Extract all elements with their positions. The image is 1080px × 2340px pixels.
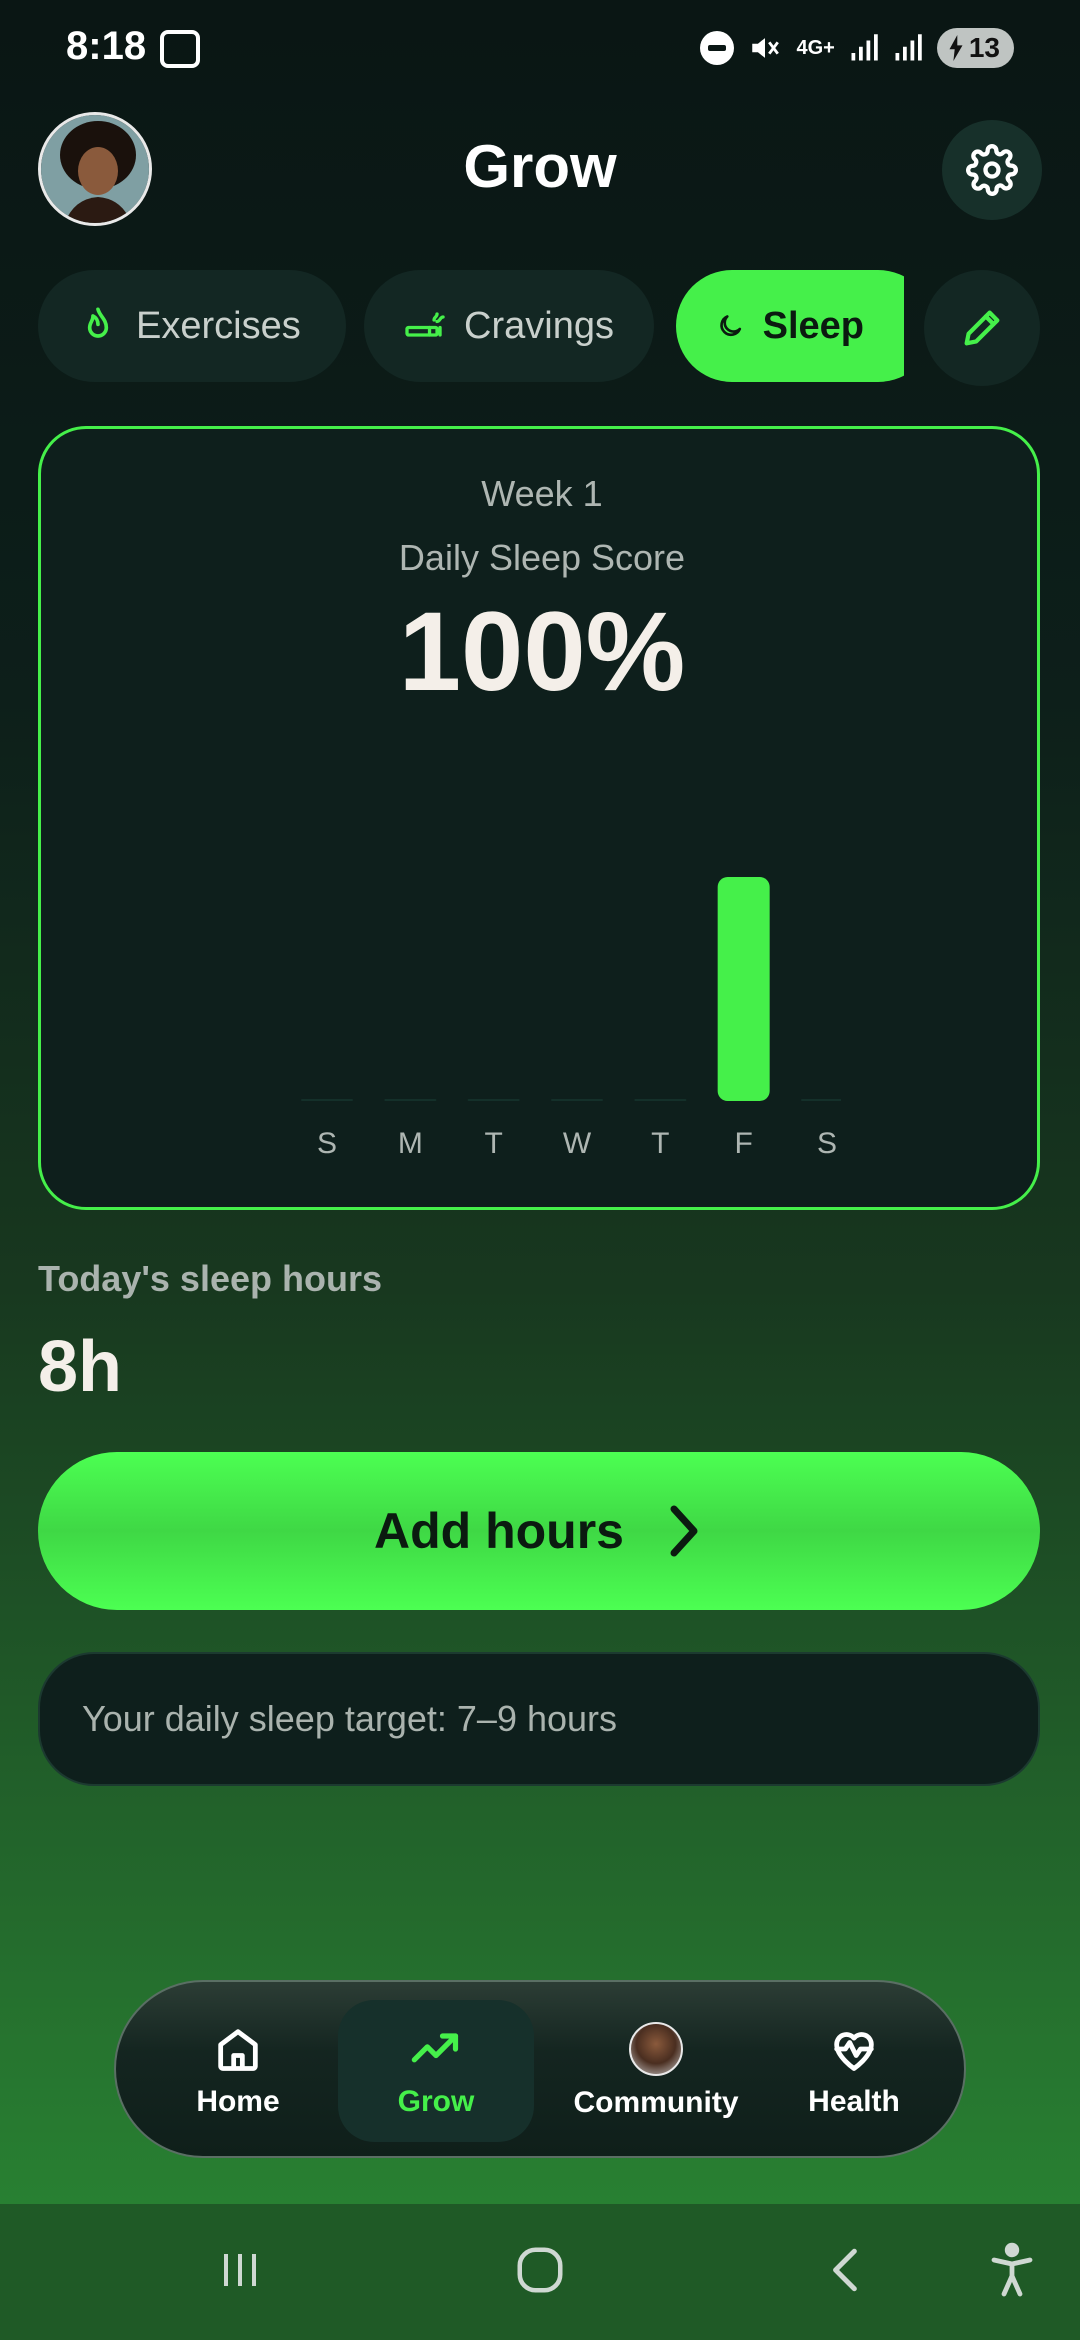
flame-icon bbox=[87, 307, 109, 338]
settings-button[interactable] bbox=[942, 120, 1042, 220]
score-value: 100% bbox=[398, 589, 686, 714]
add-hours-button[interactable]: Add hours bbox=[38, 1452, 1040, 1610]
battery-level: 13 bbox=[968, 32, 1000, 63]
chart-bar bbox=[717, 877, 770, 1101]
week-label: Week 1 bbox=[481, 473, 603, 514]
chart-bar bbox=[634, 1099, 687, 1101]
cigarette-icon bbox=[405, 312, 445, 337]
nav-label: Health bbox=[808, 2085, 900, 2118]
recent-apps-button[interactable] bbox=[210, 2240, 270, 2300]
home-button[interactable] bbox=[510, 2240, 570, 2300]
sleep-target-info: Your daily sleep target: 7–9 hours bbox=[38, 1652, 1040, 1786]
status-time: 8:18 bbox=[66, 24, 147, 68]
avatar bbox=[629, 2022, 683, 2076]
accessibility-icon bbox=[991, 2242, 1033, 2297]
nav-community[interactable]: Community bbox=[546, 2000, 766, 2142]
chart-tick-label: T bbox=[485, 1127, 503, 1159]
gear-icon bbox=[966, 144, 1018, 196]
chart-bar bbox=[551, 1099, 603, 1101]
tab-label: Exercises bbox=[136, 304, 301, 347]
mute-icon bbox=[748, 31, 782, 65]
chart-tick-label: S bbox=[317, 1127, 337, 1159]
system-nav-bar bbox=[0, 2204, 1080, 2340]
chevron-right-icon bbox=[670, 1505, 698, 1557]
sleep-score-card: Week 1 Daily Sleep Score 100% S M T W T F S bbox=[38, 426, 1040, 1210]
nav-grow[interactable]: Grow bbox=[338, 2000, 534, 2142]
moon-icon bbox=[720, 315, 742, 337]
today-sleep-value: 8h bbox=[38, 1327, 123, 1407]
network-type: 4G+ bbox=[796, 36, 835, 59]
chart-tick-label: M bbox=[398, 1127, 423, 1159]
chart-bar bbox=[801, 1099, 853, 1101]
page-title: Grow bbox=[463, 133, 617, 200]
heart-pulse-icon bbox=[834, 2032, 874, 2071]
sleep-target-text: Your daily sleep target: 7–9 hours bbox=[82, 1698, 618, 1739]
home-circle-icon bbox=[517, 2247, 563, 2293]
nav-home[interactable]: Home bbox=[140, 2000, 336, 2142]
dnd-icon bbox=[700, 31, 735, 65]
bottom-nav: Home Grow Community Health bbox=[114, 1980, 966, 2158]
today-sleep-label: Today's sleep hours bbox=[38, 1258, 382, 1299]
sleep-chart: SMTWTFS bbox=[241, 869, 853, 1160]
score-label: Daily Sleep Score bbox=[398, 537, 686, 578]
back-button[interactable] bbox=[816, 2240, 876, 2300]
accessibility-button[interactable] bbox=[982, 2240, 1042, 2300]
pencil-icon bbox=[964, 310, 1000, 346]
chart-bar bbox=[467, 1099, 520, 1101]
tab-label: Cravings bbox=[464, 304, 614, 347]
back-icon bbox=[833, 2248, 857, 2292]
tab-exercises[interactable]: Exercises bbox=[38, 270, 346, 382]
nav-health[interactable]: Health bbox=[756, 2000, 952, 2142]
signal-icon bbox=[849, 33, 879, 63]
tab-cravings[interactable]: Cravings bbox=[364, 270, 654, 382]
home-icon bbox=[218, 2029, 258, 2071]
nav-label: Community bbox=[573, 2086, 739, 2119]
nav-label: Grow bbox=[397, 2085, 475, 2118]
signal-icon bbox=[893, 33, 923, 63]
battery-charging-icon: 13 bbox=[936, 28, 1014, 68]
add-hours-label: Add hours bbox=[374, 1503, 624, 1559]
tab-label: Sleep bbox=[762, 304, 864, 347]
trending-up-icon bbox=[411, 2033, 459, 2063]
chart-tick-label: S bbox=[817, 1127, 837, 1159]
tab-sleep[interactable]: Sleep bbox=[676, 270, 904, 382]
chart-bar bbox=[384, 1099, 437, 1101]
screenshot-icon bbox=[160, 30, 200, 68]
recent-apps-icon bbox=[224, 2254, 256, 2286]
nav-label: Home bbox=[196, 2085, 280, 2118]
edit-tabs-button[interactable] bbox=[924, 270, 1040, 386]
chart-tick-label: W bbox=[563, 1127, 592, 1159]
chart-tick-label: F bbox=[735, 1127, 753, 1159]
chart-bar bbox=[301, 1099, 353, 1101]
status-icons: 4G+ 13 bbox=[700, 28, 1014, 68]
status-bar: 8:18 4G+ 13 bbox=[0, 0, 1080, 100]
chart-tick-label: T bbox=[651, 1127, 669, 1159]
